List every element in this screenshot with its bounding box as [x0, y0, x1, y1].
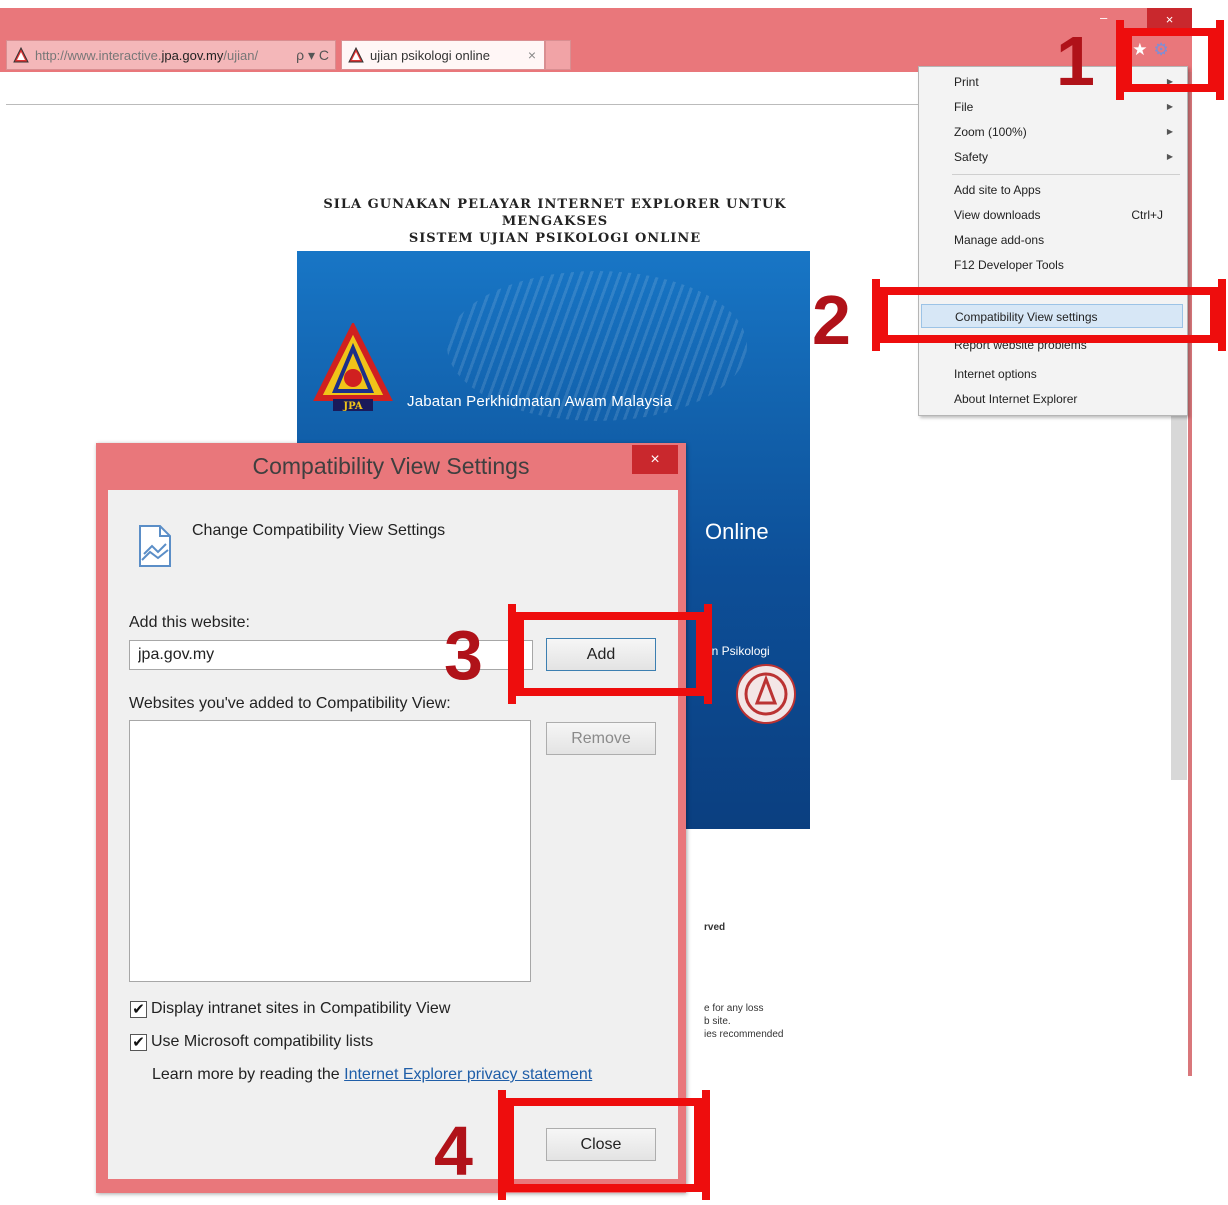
menu-item-add-site-to-apps[interactable]: Add site to Apps [921, 178, 1183, 202]
annotation-step-1: 1 [1056, 22, 1095, 100]
annotation-box-3 [508, 604, 712, 704]
submenu-arrow-icon: ▶ [1166, 152, 1173, 161]
site-favicon-icon [13, 47, 29, 63]
minimize-button[interactable]: – [1100, 10, 1107, 25]
remove-button[interactable]: Remove [546, 722, 656, 755]
annotation-box-2 [872, 279, 1226, 351]
address-bar[interactable]: http://www.interactive.jpa.gov.my/ujian/… [6, 40, 336, 70]
compatibility-page-icon [139, 525, 171, 567]
banner-online-text: Online [705, 519, 769, 544]
jpa-logo-text: JPA [342, 401, 363, 412]
annotation-step-3: 3 [444, 616, 483, 694]
menu-item-manage-add-ons[interactable]: Manage add-ons [921, 228, 1183, 252]
notice-line-1: SILA GUNAKAN PELAYAR INTERNET EXPLORER U… [323, 197, 787, 229]
submenu-arrow-icon: ▶ [1166, 127, 1173, 136]
tools-menu: Print ▶ File ▶ Zoom (100%) ▶ Safety ▶ Add si… [918, 66, 1188, 416]
checkbox-row-intranet[interactable]: ✔ Display intranet sites in Compatibilit… [130, 1000, 450, 1018]
seal-icon [736, 664, 796, 724]
menu-item-file[interactable]: File ▶ [921, 95, 1183, 119]
footer-reserved: rved [704, 922, 726, 933]
footer-site: b site. [704, 1016, 731, 1027]
menu-item-zoom[interactable]: Zoom (100%) ▶ [921, 120, 1183, 144]
annotation-box-4 [498, 1090, 710, 1200]
search-refresh-icon[interactable]: ρ ▾ C [296, 47, 329, 64]
footer-loss: e for any loss [704, 1003, 764, 1014]
menu-item-internet-options[interactable]: Internet options [921, 362, 1183, 386]
annotation-step-2: 2 [812, 281, 851, 359]
added-websites-list[interactable] [129, 720, 531, 982]
submenu-arrow-icon: ▶ [1166, 102, 1173, 111]
banner-psikologi-text: an Psikologi [705, 644, 770, 658]
footer-recommended: ies recommended [704, 1029, 784, 1040]
added-websites-label: Websites you've added to Compatibility V… [129, 695, 451, 712]
dialog-heading: Change Compatibility View Settings [192, 522, 446, 539]
tab-title: ujian psikologi online [370, 47, 490, 63]
browser-notice: SILA GUNAKAN PELAYAR INTERNET EXPLORER U… [270, 196, 840, 247]
notice-line-2: SISTEM UJIAN PSIKOLOGI ONLINE [408, 231, 702, 246]
privacy-statement-link[interactable]: Internet Explorer privacy statement [344, 1066, 592, 1083]
menu-item-about-internet-explorer[interactable]: About Internet Explorer [921, 387, 1183, 411]
checkbox-intranet[interactable]: ✔ [130, 1000, 147, 1018]
tab-ujian-psikologi[interactable]: ujian psikologi online × [341, 40, 545, 70]
dialog-close-icon[interactable]: × [632, 445, 678, 474]
address-url[interactable]: http://www.interactive.jpa.gov.my/ujian/ [35, 48, 258, 63]
menu-item-view-downloads[interactable]: View downloads Ctrl+J [921, 203, 1183, 227]
menu-separator [952, 174, 1180, 175]
menu-shortcut: Ctrl+J [1131, 208, 1163, 222]
learn-more-text: Learn more by reading the Internet Explo… [152, 1066, 593, 1083]
dialog-body: Change Compatibility View Settings Add t… [108, 490, 678, 1179]
add-website-label: Add this website: [129, 614, 250, 631]
annotation-box-1 [1116, 20, 1224, 100]
dialog-title: Compatibility View Settings [252, 453, 530, 479]
checkbox-intranet-label: Display intranet sites in Compatibility … [151, 1000, 451, 1017]
tab-close-icon[interactable]: × [528, 47, 536, 63]
page-scroll-track[interactable] [1188, 72, 1192, 1076]
page-scrollbar-thumb[interactable] [1171, 416, 1187, 780]
tab-favicon-icon [348, 47, 364, 63]
menu-item-safety[interactable]: Safety ▶ [921, 145, 1183, 169]
new-tab-button[interactable] [545, 40, 571, 70]
checkbox-row-ms-lists[interactable]: ✔ Use Microsoft compatibility lists [130, 1033, 373, 1051]
annotation-step-4: 4 [434, 1112, 473, 1190]
jpa-logo-icon: JPA [313, 323, 393, 412]
checkbox-ms-lists-label: Use Microsoft compatibility lists [151, 1033, 374, 1050]
banner-agency-name: Jabatan Perkhidmatan Awam Malaysia [407, 393, 672, 410]
checkbox-ms-lists[interactable]: ✔ [130, 1033, 147, 1051]
menu-item-f12-developer-tools[interactable]: F12 Developer Tools [921, 253, 1183, 277]
